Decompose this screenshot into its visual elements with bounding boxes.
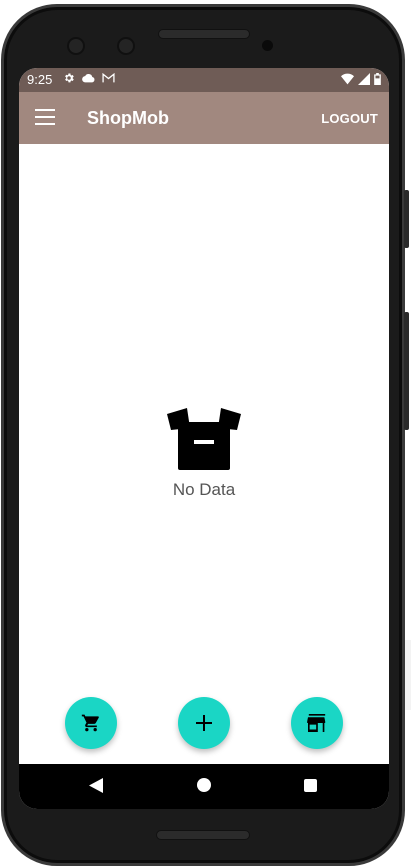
cart-icon — [81, 714, 99, 732]
background-window-edge — [405, 640, 411, 710]
front-camera — [67, 37, 85, 55]
bottom-speaker — [156, 830, 250, 840]
open-box-icon — [167, 408, 241, 470]
power-button — [404, 190, 409, 248]
recents-icon[interactable] — [304, 779, 317, 792]
cart-button[interactable] — [65, 697, 117, 749]
wifi-icon — [341, 73, 354, 85]
no-data-label: No Data — [172, 480, 236, 499]
back-icon[interactable] — [89, 778, 103, 793]
earpiece-speaker — [158, 29, 250, 39]
app-screen: 9:25 ShopMob LOGOUT No Data — [19, 68, 389, 809]
proximity-sensor — [262, 40, 273, 51]
empty-state: No Data — [19, 408, 389, 500]
store-button[interactable] — [291, 697, 343, 749]
store-icon — [307, 714, 326, 732]
gear-icon — [65, 73, 74, 83]
add-icon — [196, 715, 212, 731]
app-title: ShopMob — [87, 108, 169, 128]
gmail-icon — [102, 73, 115, 83]
app-bar: ShopMob LOGOUT — [19, 92, 389, 144]
signal-icon — [358, 73, 370, 85]
battery-icon — [374, 73, 381, 85]
add-button[interactable] — [178, 697, 230, 749]
menu-icon[interactable] — [35, 109, 55, 125]
front-camera-secondary — [117, 37, 135, 55]
status-time: 9:25 — [27, 72, 53, 87]
status-bar: 9:25 — [19, 68, 389, 92]
logout-button[interactable]: LOGOUT — [321, 111, 378, 126]
system-nav-bar — [19, 764, 389, 809]
volume-rocker — [404, 312, 409, 430]
home-icon[interactable] — [197, 778, 211, 792]
cloud-icon — [82, 73, 95, 83]
